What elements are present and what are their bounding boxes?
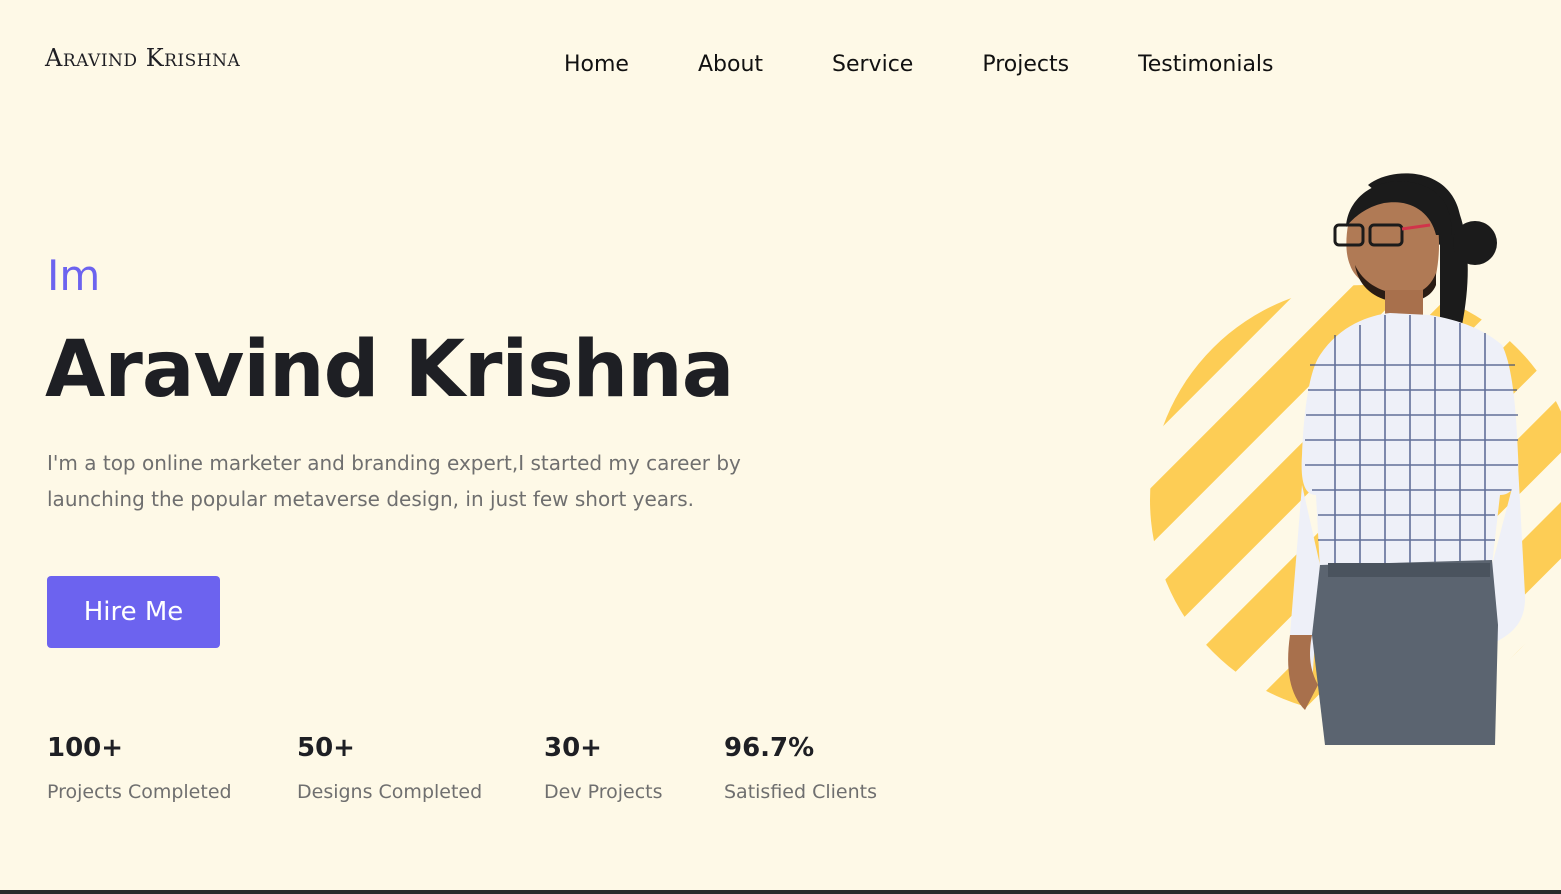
hero-name: Aravind Krishna — [45, 325, 734, 415]
stat-value: 50+ — [297, 733, 355, 763]
bottom-divider — [0, 890, 1561, 894]
stat-designs: 50+ Designs Completed — [297, 733, 482, 803]
nav-testimonials[interactable]: Testimonials — [1138, 52, 1273, 77]
stat-value: 100+ — [47, 733, 124, 763]
hero-description: I'm a top online marketer and branding e… — [47, 451, 741, 511]
stat-value: 96.7% — [724, 733, 815, 763]
nav-about[interactable]: About — [698, 52, 763, 77]
stat-satisfied-clients: 96.7% Satisfied Clients — [724, 733, 877, 803]
person-figure — [1288, 173, 1526, 745]
nav-projects[interactable]: Projects — [982, 52, 1069, 77]
stat-label: Dev Projects — [544, 781, 663, 803]
stat-dev-projects: 30+ Dev Projects — [544, 733, 663, 803]
nav-service[interactable]: Service — [832, 52, 913, 77]
stat-projects: 100+ Projects Completed — [47, 733, 232, 803]
hire-me-button[interactable]: Hire Me — [47, 576, 220, 648]
main-nav: Home About Service Projects Testimonials — [564, 52, 1274, 77]
hero-intro: Im — [47, 251, 101, 300]
stat-label: Satisfied Clients — [724, 781, 877, 803]
stat-label: Projects Completed — [47, 781, 232, 803]
site-logo[interactable]: Aravind Krishna — [45, 44, 240, 72]
nav-home[interactable]: Home — [564, 52, 629, 77]
hero-portrait-illustration — [1150, 173, 1561, 745]
stat-label: Designs Completed — [297, 781, 483, 803]
stat-value: 30+ — [544, 733, 602, 763]
